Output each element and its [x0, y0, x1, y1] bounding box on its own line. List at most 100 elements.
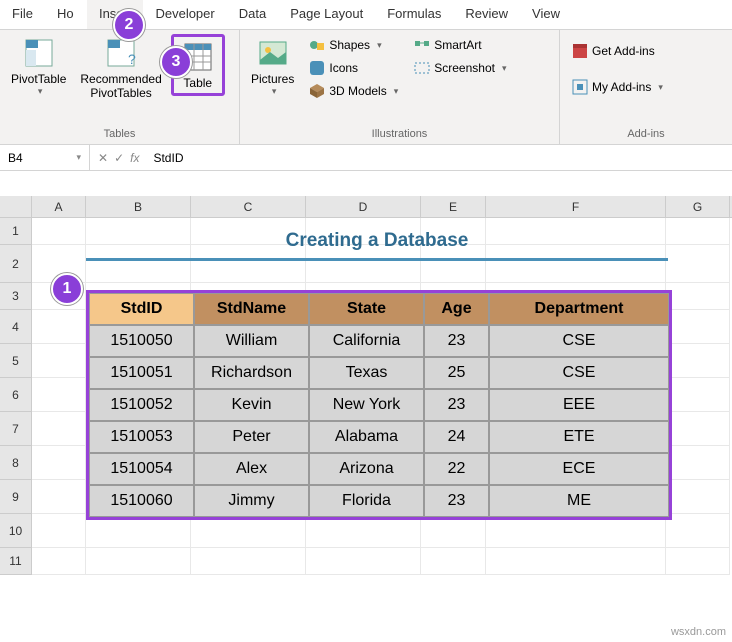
cell[interactable]: [86, 548, 191, 575]
table-header-state[interactable]: State: [309, 293, 424, 325]
table-cell[interactable]: ETE: [489, 421, 669, 453]
smartart-button[interactable]: SmartArt: [408, 34, 512, 56]
table-cell[interactable]: 24: [424, 421, 489, 453]
table-cell[interactable]: ME: [489, 485, 669, 517]
cell[interactable]: [32, 344, 86, 378]
cell[interactable]: [306, 548, 421, 575]
col-header-a[interactable]: A: [32, 196, 86, 217]
table-cell[interactable]: 23: [424, 325, 489, 357]
table-cell[interactable]: CSE: [489, 325, 669, 357]
cell[interactable]: [666, 310, 730, 344]
col-header-g[interactable]: G: [666, 196, 730, 217]
cell[interactable]: [486, 548, 666, 575]
cell[interactable]: [666, 480, 730, 514]
cell[interactable]: [32, 480, 86, 514]
table-cell[interactable]: 1510051: [89, 357, 194, 389]
table-cell[interactable]: 1510060: [89, 485, 194, 517]
tab-home[interactable]: Ho: [45, 0, 87, 29]
pivottable-button[interactable]: PivotTable: [6, 34, 71, 100]
my-addins-button[interactable]: My Add-ins: [566, 76, 669, 98]
cell[interactable]: [32, 446, 86, 480]
cell[interactable]: [666, 245, 730, 283]
3dmodels-button[interactable]: 3D Models: [303, 80, 404, 102]
table-cell[interactable]: California: [309, 325, 424, 357]
fx-icon[interactable]: fx: [130, 151, 139, 165]
fx-enter-icon[interactable]: ✓: [114, 151, 124, 165]
table-cell[interactable]: Peter: [194, 421, 309, 453]
cell[interactable]: [666, 548, 730, 575]
tab-view[interactable]: View: [520, 0, 572, 29]
table-header-stdid[interactable]: StdID: [89, 293, 194, 325]
row-header-5[interactable]: 5: [0, 344, 32, 378]
table-cell[interactable]: 1510053: [89, 421, 194, 453]
row-header-9[interactable]: 9: [0, 480, 32, 514]
table-header-age[interactable]: Age: [424, 293, 489, 325]
cell[interactable]: [666, 218, 730, 245]
tab-file[interactable]: File: [0, 0, 45, 29]
table-cell[interactable]: Kevin: [194, 389, 309, 421]
table-cell[interactable]: Texas: [309, 357, 424, 389]
table-cell[interactable]: ECE: [489, 453, 669, 485]
table-cell[interactable]: New York: [309, 389, 424, 421]
table-cell[interactable]: William: [194, 325, 309, 357]
col-header-d[interactable]: D: [306, 196, 421, 217]
cell[interactable]: [32, 218, 86, 245]
table-cell[interactable]: 1510050: [89, 325, 194, 357]
formula-input[interactable]: StdID: [147, 151, 732, 165]
table-cell[interactable]: 25: [424, 357, 489, 389]
table-cell[interactable]: 23: [424, 485, 489, 517]
col-header-e[interactable]: E: [421, 196, 486, 217]
cell[interactable]: [666, 378, 730, 412]
row-header-4[interactable]: 4: [0, 310, 32, 344]
row-header-7[interactable]: 7: [0, 412, 32, 446]
cell[interactable]: [32, 378, 86, 412]
table-cell[interactable]: Jimmy: [194, 485, 309, 517]
row-header-10[interactable]: 10: [0, 514, 32, 548]
recommended-pivottables-button[interactable]: ? Recommended PivotTables: [75, 34, 166, 104]
cell[interactable]: [666, 412, 730, 446]
cell[interactable]: [666, 344, 730, 378]
row-header-1[interactable]: 1: [0, 218, 32, 245]
cell[interactable]: [666, 446, 730, 480]
row-header-8[interactable]: 8: [0, 446, 32, 480]
table-cell[interactable]: 1510052: [89, 389, 194, 421]
table-cell[interactable]: Arizona: [309, 453, 424, 485]
fx-cancel-icon[interactable]: ✕: [98, 151, 108, 165]
tab-data[interactable]: Data: [227, 0, 278, 29]
cell[interactable]: [421, 548, 486, 575]
cell[interactable]: [32, 310, 86, 344]
data-table[interactable]: StdIDStdNameStateAgeDepartment 1510050Wil…: [86, 290, 672, 520]
tab-review[interactable]: Review: [453, 0, 520, 29]
tab-developer[interactable]: Developer: [143, 0, 226, 29]
cell[interactable]: [666, 283, 730, 310]
screenshot-button[interactable]: Screenshot: [408, 57, 512, 79]
cell[interactable]: [666, 514, 730, 548]
table-cell[interactable]: Alex: [194, 453, 309, 485]
col-header-c[interactable]: C: [191, 196, 306, 217]
row-header-3[interactable]: 3: [0, 283, 32, 310]
get-addins-button[interactable]: Get Add-ins: [566, 40, 669, 62]
table-header-department[interactable]: Department: [489, 293, 669, 325]
table-cell[interactable]: 1510054: [89, 453, 194, 485]
row-header-11[interactable]: 11: [0, 548, 32, 575]
select-all-corner[interactable]: [0, 196, 32, 217]
col-header-b[interactable]: B: [86, 196, 191, 217]
row-header-6[interactable]: 6: [0, 378, 32, 412]
cell[interactable]: [191, 548, 306, 575]
tab-pagelayout[interactable]: Page Layout: [278, 0, 375, 29]
row-header-2[interactable]: 2: [0, 245, 32, 283]
name-box[interactable]: B4▾: [0, 145, 90, 170]
icons-button[interactable]: Icons: [303, 57, 404, 79]
table-cell[interactable]: Richardson: [194, 357, 309, 389]
pictures-button[interactable]: Pictures: [246, 34, 299, 100]
table-header-stdname[interactable]: StdName: [194, 293, 309, 325]
shapes-button[interactable]: Shapes: [303, 34, 404, 56]
tab-formulas[interactable]: Formulas: [375, 0, 453, 29]
table-cell[interactable]: Alabama: [309, 421, 424, 453]
table-cell[interactable]: CSE: [489, 357, 669, 389]
table-cell[interactable]: EEE: [489, 389, 669, 421]
cell[interactable]: [32, 548, 86, 575]
table-cell[interactable]: 23: [424, 389, 489, 421]
table-cell[interactable]: Florida: [309, 485, 424, 517]
col-header-f[interactable]: F: [486, 196, 666, 217]
